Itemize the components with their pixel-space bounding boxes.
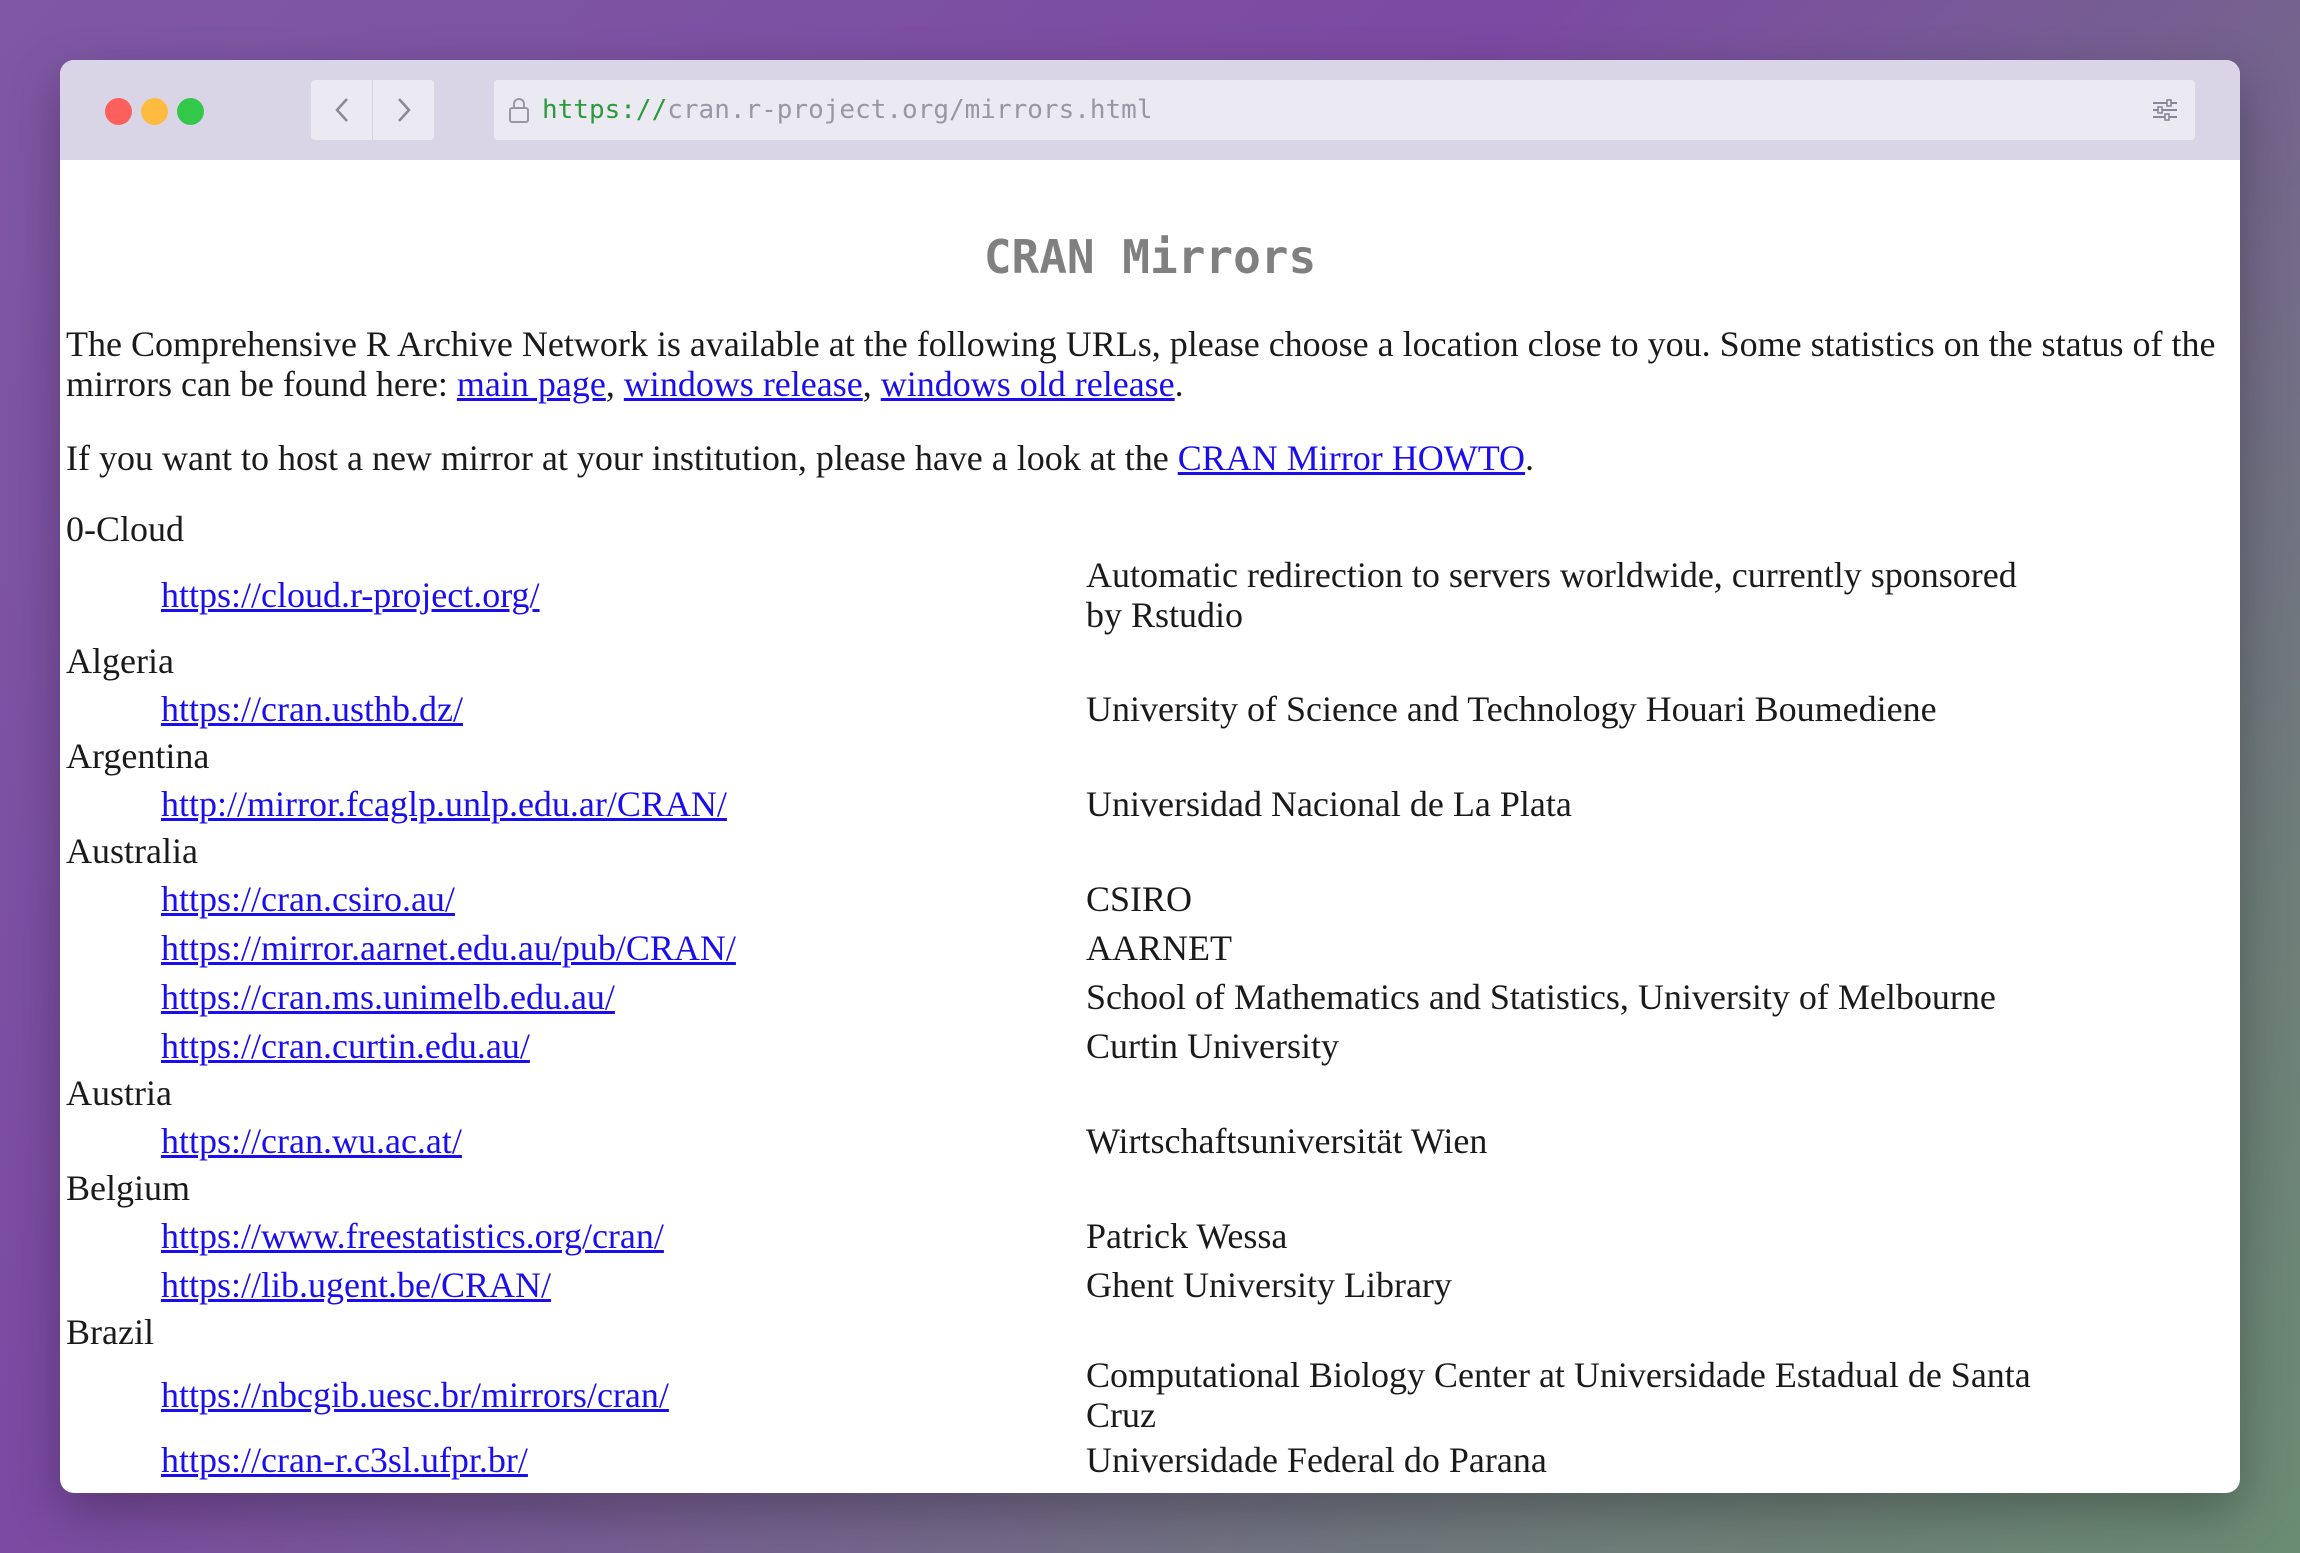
host-paragraph: If you want to host a new mirror at your… — [66, 438, 2236, 478]
close-window-button[interactable] — [105, 98, 132, 125]
mirror-description: Automatic redirection to servers worldwi… — [1086, 555, 2017, 635]
browser-toolbar: https://cran.r-project.org/mirrors.html — [60, 60, 2240, 160]
address-bar[interactable]: https://cran.r-project.org/mirrors.html — [494, 80, 2153, 140]
separator: , — [605, 364, 624, 404]
forward-button[interactable] — [372, 80, 434, 140]
browser-window: https://cran.r-project.org/mirrors.html … — [60, 60, 2240, 1493]
mirror-row: https://cloud.r-project.org/Automatic re… — [66, 552, 2056, 638]
mirror-description: University of Science and Technology Hou… — [1086, 688, 1937, 729]
mirror-link[interactable]: https://cran.wu.ac.at/ — [161, 1121, 462, 1161]
windows-release-link[interactable]: windows release — [624, 364, 863, 404]
mirror-description: Oswaldo Cruz Foundation, Rio de Janeiro — [1086, 1484, 2056, 1494]
country-name: Algeria — [66, 641, 174, 681]
mirror-row: https://www.freestatistics.org/cran/Patr… — [66, 1211, 2056, 1260]
mirror-description: CSIRO — [1086, 878, 1193, 919]
mirror-link[interactable]: https://cran.csiro.au/ — [161, 879, 455, 919]
mirror-row: https://cran.csiro.au/CSIRO — [66, 874, 2056, 923]
mirror-url-cell: https://www.freestatistics.org/cran/ — [66, 1211, 1086, 1260]
mirror-url-cell: http://mirror.fcaglp.unlp.edu.ar/CRAN/ — [66, 779, 1086, 828]
mirror-link[interactable]: https://cloud.r-project.org/ — [161, 575, 540, 615]
country-name: Austria — [66, 1073, 172, 1113]
mirror-url-cell: https://cran.csiro.au/ — [66, 874, 1086, 923]
mirror-link[interactable]: https://cran.usthb.dz/ — [161, 689, 463, 729]
mirror-howto-link[interactable]: CRAN Mirror HOWTO — [1178, 438, 1525, 478]
mirror-url-cell: https://cran.fiocruz.br/ — [66, 1484, 1086, 1494]
mirror-row: https://cran.wu.ac.at/Wirtschaftsunivers… — [66, 1116, 2056, 1165]
mirror-description: Computational Biology Center at Universi… — [1086, 1355, 2031, 1435]
maximize-window-button[interactable] — [177, 98, 204, 125]
country-name: Australia — [66, 831, 198, 871]
chevron-right-icon — [397, 98, 411, 122]
country-row: Belgium — [66, 1165, 2056, 1211]
mirror-link[interactable]: https://www.freestatistics.org/cran/ — [161, 1216, 664, 1256]
host-text: If you want to host a new mirror at your… — [66, 438, 1178, 478]
mirror-link[interactable]: https://cran.ms.unimelb.edu.au/ — [161, 977, 615, 1017]
mirror-url-cell: https://lib.ugent.be/CRAN/ — [66, 1260, 1086, 1309]
mirror-url-cell: https://mirror.aarnet.edu.au/pub/CRAN/ — [66, 923, 1086, 972]
country-name: 0-Cloud — [66, 509, 185, 549]
main-page-link[interactable]: main page — [457, 364, 606, 404]
mirror-description: AARNET — [1086, 927, 1232, 968]
mirror-url-cell: https://cran.wu.ac.at/ — [66, 1116, 1086, 1165]
country-row: Algeria — [66, 638, 2056, 684]
chevron-left-icon — [334, 98, 348, 122]
url-path: cran.r-project.org/mirrors.html — [667, 95, 1153, 125]
mirror-url-cell: https://cran.usthb.dz/ — [66, 684, 1086, 733]
mirror-url-cell: https://cran.curtin.edu.au/ — [66, 1021, 1086, 1070]
mirror-link[interactable]: http://mirror.fcaglp.unlp.edu.ar/CRAN/ — [161, 784, 727, 824]
country-row: 0-Cloud — [66, 506, 2056, 552]
mirror-row: https://cran.fiocruz.br/Oswaldo Cruz Fou… — [66, 1484, 2056, 1494]
mirror-description: Universidad Nacional de La Plata — [1086, 783, 1572, 824]
page-title: CRAN Mirrors — [983, 230, 1317, 284]
windows-old-release-link[interactable]: windows old release — [881, 364, 1175, 404]
mirror-url-cell: https://cran-r.c3sl.ufpr.br/ — [66, 1435, 1086, 1484]
country-row: Austria — [66, 1070, 2056, 1116]
mirror-row: https://cran.ms.unimelb.edu.au/School of… — [66, 972, 2056, 1021]
country-row: Argentina — [66, 733, 2056, 779]
navigation-buttons — [311, 80, 434, 140]
country-row: Brazil — [66, 1309, 2056, 1355]
mirror-link[interactable]: https://lib.ugent.be/CRAN/ — [161, 1265, 551, 1305]
country-row: Australia — [66, 828, 2056, 874]
separator: , — [862, 364, 881, 404]
mirror-description: Curtin University — [1086, 1025, 1339, 1066]
mirror-description: Patrick Wessa — [1086, 1215, 1288, 1256]
mirror-url-cell: https://cloud.r-project.org/ — [66, 552, 1086, 638]
mirror-url-cell: https://nbcgib.uesc.br/mirrors/cran/ — [66, 1355, 1086, 1435]
period: . — [1525, 438, 1535, 478]
mirror-row: https://lib.ugent.be/CRAN/Ghent Universi… — [66, 1260, 2056, 1309]
mirror-link[interactable]: https://cran.curtin.edu.au/ — [161, 1026, 530, 1066]
url-scheme: https:// — [542, 95, 668, 125]
mirror-link[interactable]: https://mirror.aarnet.edu.au/pub/CRAN/ — [161, 928, 736, 968]
mirror-row: https://cran-r.c3sl.ufpr.br/Universidade… — [66, 1435, 2056, 1484]
mirror-description: School of Mathematics and Statistics, Un… — [1086, 976, 1996, 1017]
settings-button[interactable] — [2135, 80, 2195, 140]
mirror-row: https://cran.curtin.edu.au/Curtin Univer… — [66, 1021, 2056, 1070]
mirror-table: 0-Cloud https://cloud.r-project.org/Autom… — [66, 506, 2056, 1493]
intro-paragraph: The Comprehensive R Archive Network is a… — [66, 324, 2236, 404]
mirror-link[interactable]: https://cran.fiocruz.br/ — [161, 1489, 483, 1494]
mirror-link[interactable]: https://cran-r.c3sl.ufpr.br/ — [161, 1440, 528, 1480]
mirror-description: Wirtschaftsuniversität Wien — [1086, 1120, 1488, 1161]
mirror-row: https://mirror.aarnet.edu.au/pub/CRAN/AA… — [66, 923, 2056, 972]
country-name: Argentina — [66, 736, 210, 776]
mirror-description: Universidade Federal do Parana — [1086, 1439, 1547, 1480]
back-button[interactable] — [311, 80, 372, 140]
mirror-row: https://cran.usthb.dz/University of Scie… — [66, 684, 2056, 733]
page-content: CRAN Mirrors The Comprehensive R Archive… — [60, 160, 2240, 1493]
mirror-url-cell: https://cran.ms.unimelb.edu.au/ — [66, 972, 1086, 1021]
lock-icon — [509, 98, 529, 123]
country-name: Belgium — [66, 1168, 190, 1208]
period: . — [1174, 364, 1184, 404]
sliders-icon — [2153, 99, 2177, 121]
mirror-description: Ghent University Library — [1086, 1264, 1452, 1305]
minimize-window-button[interactable] — [141, 98, 168, 125]
country-name: Brazil — [66, 1312, 154, 1352]
mirror-link[interactable]: https://nbcgib.uesc.br/mirrors/cran/ — [161, 1375, 669, 1415]
mirror-row: https://nbcgib.uesc.br/mirrors/cran/Comp… — [66, 1355, 2056, 1435]
mirror-row: http://mirror.fcaglp.unlp.edu.ar/CRAN/Un… — [66, 779, 2056, 828]
